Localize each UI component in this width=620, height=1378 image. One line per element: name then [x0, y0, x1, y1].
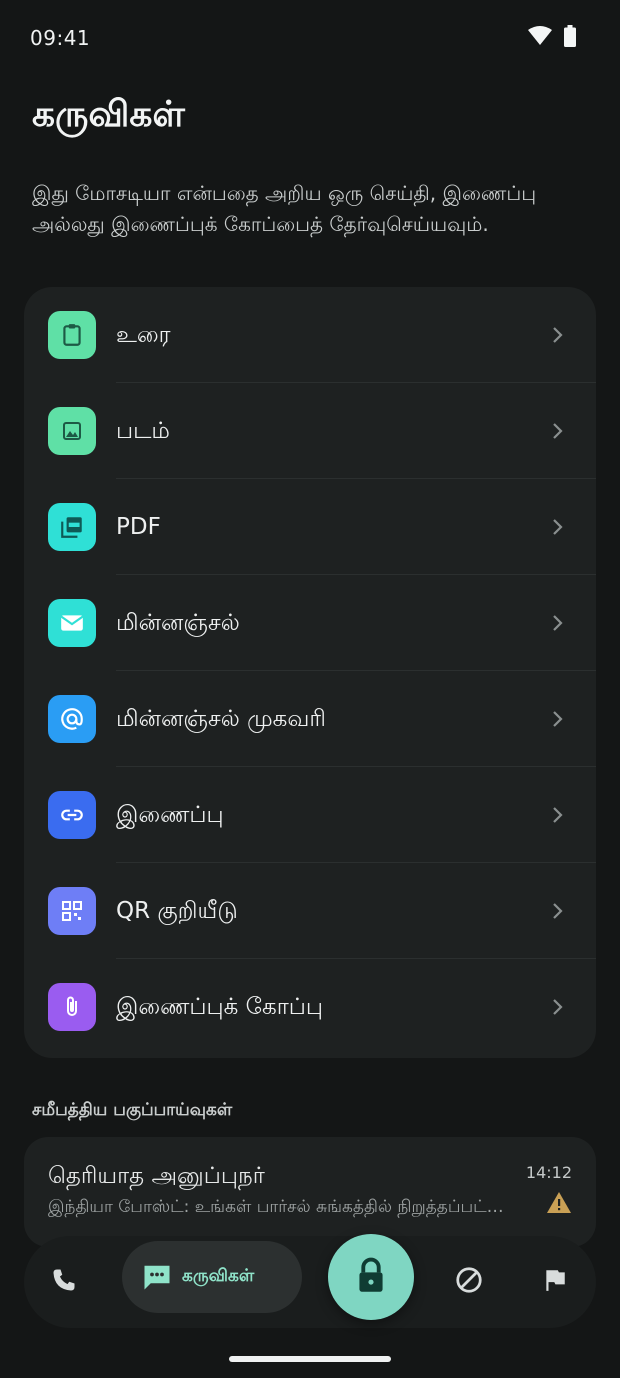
chevron-right-icon: [552, 901, 564, 925]
page-title: கருவிகள்: [32, 94, 185, 135]
tool-item-attachment[interactable]: இணைப்புக் கோப்பு: [24, 959, 596, 1055]
nav-block-button[interactable]: [445, 1258, 493, 1306]
chevron-right-icon: [552, 997, 564, 1021]
tool-label: இணைப்பு: [116, 802, 224, 828]
tool-label: மின்னஞ்சல்: [116, 610, 240, 636]
nav-tools-button[interactable]: கருவிகள்: [122, 1241, 302, 1313]
status-time: 09:41: [30, 26, 91, 50]
home-indicator[interactable]: [229, 1356, 391, 1362]
chevron-right-icon: [552, 709, 564, 733]
recent-item-sender: தெரியாத அனுப்புநர்: [48, 1163, 265, 1189]
chevron-right-icon: [552, 805, 564, 829]
tool-item-qr-code[interactable]: QR குறியீடு: [24, 863, 596, 959]
lock-icon: [355, 1257, 387, 1297]
status-bar: 09:41: [0, 0, 620, 76]
battery-icon: [564, 25, 576, 51]
phone-icon: [50, 1266, 78, 1298]
image-icon: [48, 407, 96, 455]
nav-flag-button[interactable]: [531, 1258, 579, 1306]
tool-item-link[interactable]: இணைப்பு: [24, 767, 596, 863]
tool-item-pdf[interactable]: PDF: [24, 479, 596, 575]
chevron-right-icon: [552, 325, 564, 349]
bottom-navigation: கருவிகள்: [24, 1236, 596, 1328]
tool-label: மின்னஞ்சல் முகவரி: [116, 706, 326, 732]
recent-item-time: 14:12: [525, 1163, 572, 1182]
paperclip-icon: [48, 983, 96, 1031]
tool-label: PDF: [116, 514, 161, 540]
at-icon: [48, 695, 96, 743]
status-icons: [528, 25, 576, 51]
page-description: இது மோசடியா என்பதை அறிய ஒரு செய்தி, இணைப…: [32, 181, 537, 236]
recent-item-preview: இந்தியா போஸ்ட்: உங்கள் பார்சல் சுங்கத்தி…: [48, 1197, 518, 1217]
tool-label: உரை: [116, 322, 171, 348]
chevron-right-icon: [552, 421, 564, 445]
flag-icon: [542, 1267, 568, 1297]
tool-item-email[interactable]: மின்னஞ்சல்: [24, 575, 596, 671]
tool-label: படம்: [116, 418, 170, 444]
chevron-right-icon: [552, 613, 564, 637]
link-icon: [48, 791, 96, 839]
tool-item-email-address[interactable]: மின்னஞ்சல் முகவரி: [24, 671, 596, 767]
nav-tools-label: கருவிகள்: [182, 1266, 255, 1286]
qr-code-icon: [48, 887, 96, 935]
warning-icon: [546, 1191, 572, 1219]
tool-label: QR குறியீடு: [116, 898, 238, 924]
tools-list: உரை படம் PDF மின்னஞ்சல் மின்னஞ்சல் முகவர…: [24, 287, 596, 1058]
recent-item[interactable]: தெரியாத அனுப்புநர் இந்தியா போஸ்ட்: உங்கள…: [24, 1137, 596, 1247]
chevron-right-icon: [552, 517, 564, 541]
chat-icon: [142, 1263, 172, 1291]
mail-icon: [48, 599, 96, 647]
section-title-recent: சமீபத்திய பகுப்பாய்வுகள்: [32, 1100, 233, 1120]
tool-label: இணைப்புக் கோப்பு: [116, 994, 323, 1020]
tool-item-text[interactable]: உரை: [24, 287, 596, 383]
nav-phone-button[interactable]: [40, 1258, 88, 1306]
tool-item-image[interactable]: படம்: [24, 383, 596, 479]
block-icon: [454, 1265, 484, 1299]
clipboard-icon: [48, 311, 96, 359]
wifi-icon: [528, 26, 552, 50]
pdf-icon: [48, 503, 96, 551]
nav-lock-button[interactable]: [328, 1234, 414, 1320]
